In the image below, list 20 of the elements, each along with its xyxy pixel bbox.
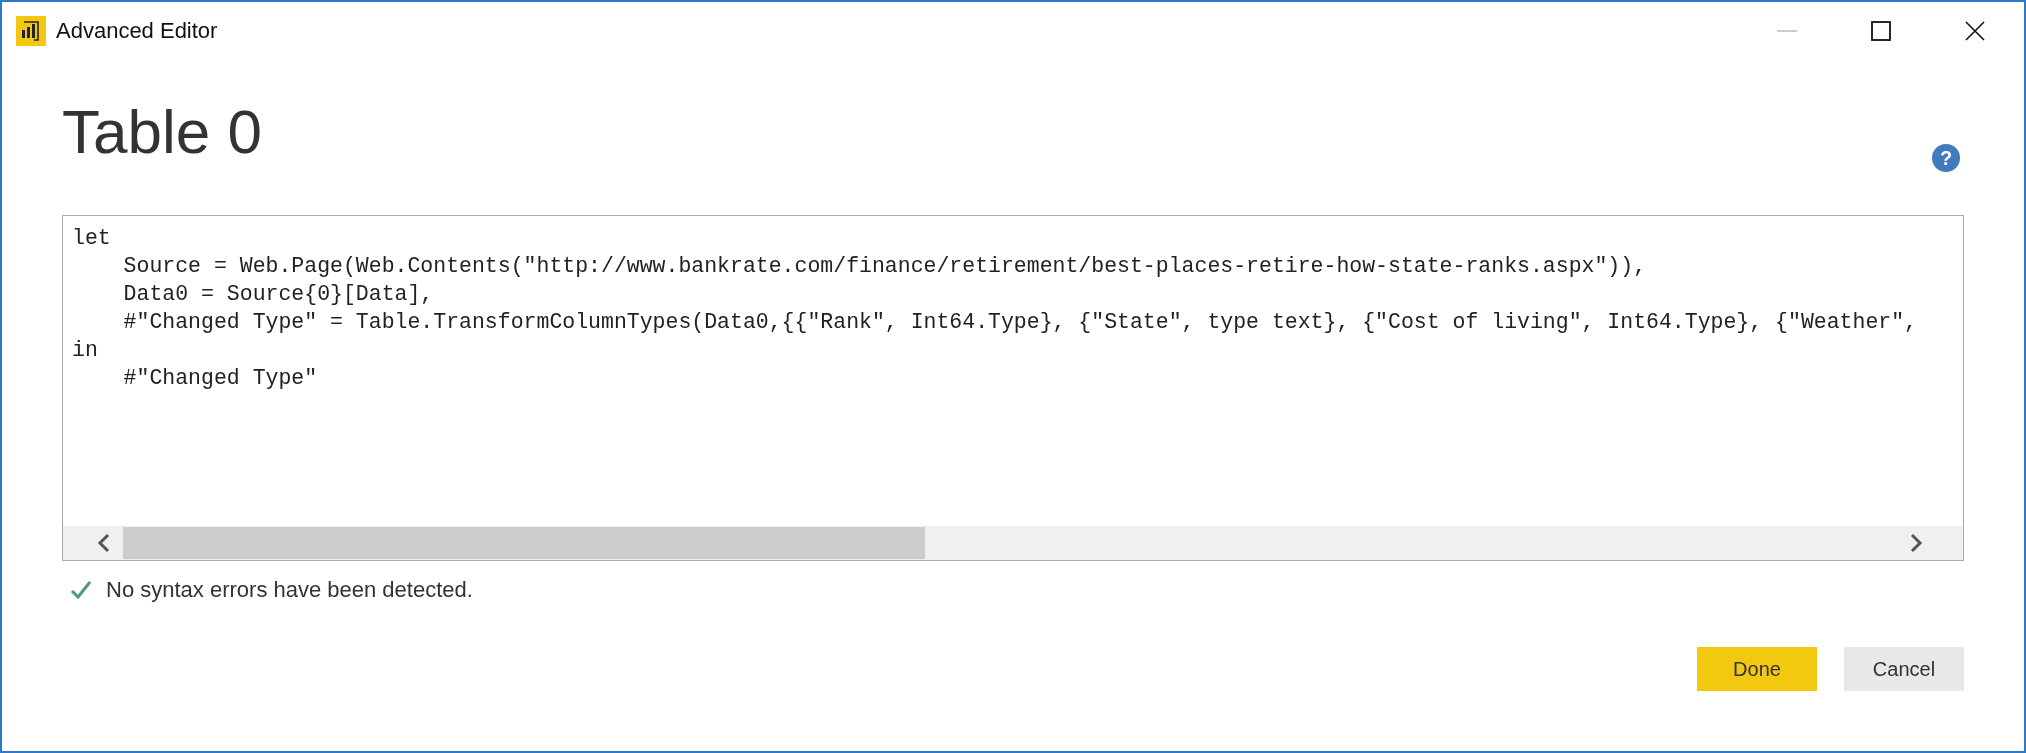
- code-line: #"Changed Type" = Table.TransformColumnTypes(Data0,{{"Rank", Int64.Type}, {"State", type text}, {"Cost of living", Int64.Type}, {"Weather",: [122, 309, 1917, 336]
- help-button[interactable]: ?: [1932, 143, 1960, 172]
- window-title: Advanced Editor: [56, 18, 218, 44]
- code-line: Data0 = Source{0}[Data],: [122, 281, 434, 308]
- code-line: let: [72, 225, 111, 252]
- cancel-button[interactable]: Cancel: [1844, 647, 1964, 691]
- maximize-icon[interactable]: [1870, 20, 1892, 42]
- code-line: in: [72, 337, 98, 364]
- scrollbar-thumb[interactable]: [123, 527, 925, 559]
- scroll-left-icon[interactable]: [97, 533, 111, 553]
- scroll-right-icon[interactable]: [1909, 533, 1923, 553]
- code-editor[interactable]: [62, 215, 1964, 561]
- done-button[interactable]: Done: [1697, 647, 1817, 691]
- horizontal-scrollbar[interactable]: [63, 526, 1963, 560]
- bar-chart-icon: [16, 16, 46, 46]
- code-line: #"Changed Type": [122, 365, 318, 392]
- query-title: Table 0: [62, 96, 262, 167]
- code-line: Source = Web.Page(Web.Contents("http://www.bankrate.com/finance/retirement/best-places-retire-how-state-ranks.aspx")),: [122, 253, 1647, 280]
- status-message: No syntax errors have been detected.: [106, 577, 473, 603]
- close-icon[interactable]: [1964, 20, 1986, 42]
